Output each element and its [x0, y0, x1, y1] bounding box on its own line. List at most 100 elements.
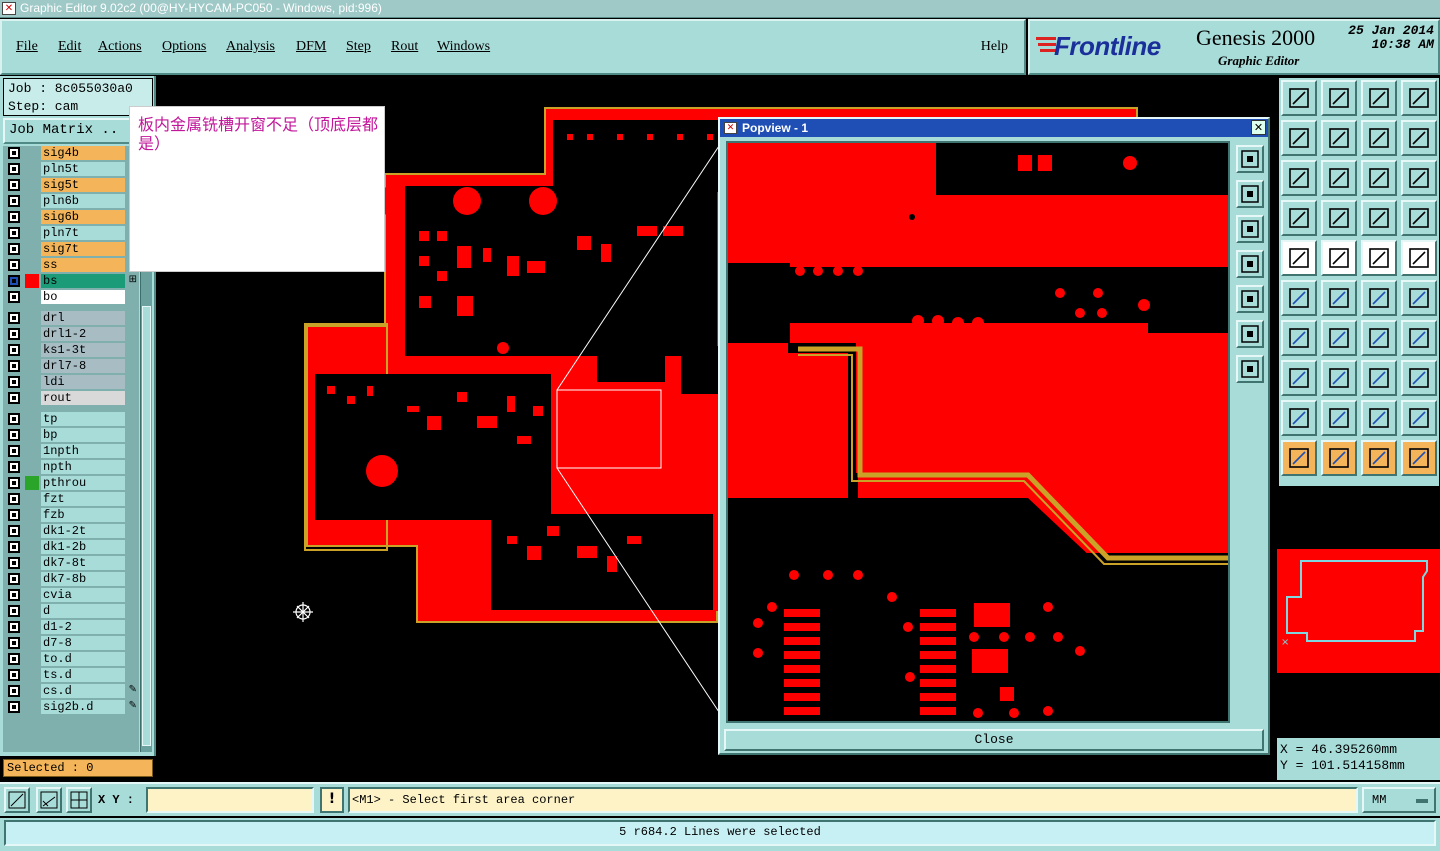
layer-checkbox[interactable] [8, 541, 20, 553]
zoom-down-icon[interactable] [1321, 80, 1357, 116]
layer-checkbox[interactable] [8, 376, 20, 388]
layer-checkbox[interactable] [8, 701, 20, 713]
layer-row[interactable]: sig6b✎ [3, 210, 139, 224]
layer-row[interactable]: ldi [3, 375, 139, 389]
zoom-out-icon[interactable] [1236, 215, 1264, 243]
center-icon[interactable] [1236, 355, 1264, 383]
slash-icon[interactable] [1321, 320, 1357, 356]
triangle-icon[interactable] [1281, 400, 1317, 436]
alert-icon[interactable]: ! [320, 787, 344, 813]
node-icon[interactable] [1281, 280, 1317, 316]
layer-checkbox[interactable] [8, 685, 20, 697]
layer-name[interactable]: ss [41, 258, 125, 272]
layer-name[interactable]: pln5t [41, 162, 125, 176]
layer-row[interactable]: dk1-2b [3, 540, 139, 554]
s-curve-icon[interactable] [1401, 120, 1437, 156]
layer-name[interactable]: dk1-2b [41, 540, 125, 554]
popview-close-icon[interactable]: ✕ [1251, 120, 1266, 135]
layer-row[interactable]: sig5t✎ [3, 178, 139, 192]
layer-name[interactable]: cs.d [41, 684, 125, 698]
layer-row[interactable]: d1-2 [3, 620, 139, 634]
scale-1-2-icon[interactable] [1361, 160, 1397, 196]
units-select[interactable]: MM [1362, 787, 1436, 813]
pan-right-icon[interactable] [1236, 285, 1264, 313]
layer-checkbox[interactable] [8, 525, 20, 537]
snap-center-icon[interactable] [1281, 240, 1317, 276]
layer-name[interactable]: tp [41, 412, 125, 426]
layer-checkbox[interactable] [8, 227, 20, 239]
xy-input[interactable] [146, 787, 314, 813]
layer-row[interactable]: drl1-2 [3, 327, 139, 341]
arrow-node-icon[interactable] [1401, 280, 1437, 316]
layer-row[interactable]: drl7-8 [3, 359, 139, 373]
layer-checkbox[interactable] [8, 328, 20, 340]
pad-icon[interactable] [1281, 360, 1317, 396]
layer-name[interactable]: bs [41, 274, 125, 288]
layer-checkbox[interactable] [8, 413, 20, 425]
layer-row[interactable]: bp [3, 428, 139, 442]
scroll-thumb[interactable] [142, 306, 151, 746]
layer-name[interactable]: bo [41, 290, 125, 304]
layer-row[interactable]: dk1-2t [3, 524, 139, 538]
layer-checkbox[interactable] [8, 211, 20, 223]
layer-row[interactable]: tp [3, 412, 139, 426]
layer-name[interactable]: rout [41, 391, 125, 405]
layer-name[interactable]: cvia [41, 588, 125, 602]
layer-name[interactable]: ks1-3t [41, 343, 125, 357]
layer-checkbox[interactable] [8, 392, 20, 404]
layer-name[interactable]: 1npth [41, 444, 125, 458]
layer-name[interactable]: to.d [41, 652, 125, 666]
layer-checkbox[interactable] [8, 557, 20, 569]
layer-checkbox[interactable] [8, 493, 20, 505]
layer-row[interactable]: rout [3, 391, 139, 405]
layer-checkbox[interactable] [8, 509, 20, 521]
layer-checkbox[interactable] [8, 669, 20, 681]
a-frame-icon[interactable] [1361, 400, 1397, 436]
layer-checkbox[interactable] [8, 653, 20, 665]
layer-name[interactable]: drl7-8 [41, 359, 125, 373]
layer-checkbox[interactable] [8, 259, 20, 271]
move-icon[interactable] [1321, 160, 1357, 196]
pointer-icon[interactable] [1281, 440, 1317, 476]
layer-name[interactable]: sig5t [41, 178, 125, 192]
layer-row[interactable]: 1npth [3, 444, 139, 458]
layer-row[interactable]: ss✎ [3, 258, 139, 272]
swap-icon[interactable] [1361, 120, 1397, 156]
a-cross-icon[interactable] [1401, 400, 1437, 436]
layer-row[interactable]: sig4b✎ [3, 146, 139, 160]
layer-name[interactable]: drl [41, 311, 125, 325]
layer-name[interactable]: npth [41, 460, 125, 474]
pan-icon[interactable] [1281, 160, 1317, 196]
window-split-icon[interactable] [1401, 80, 1437, 116]
layer-checkbox[interactable] [8, 312, 20, 324]
layer-name[interactable]: sig7t [41, 242, 125, 256]
layer-checkbox[interactable] [8, 477, 20, 489]
cluster-icon[interactable] [1401, 360, 1437, 396]
pointer-box-icon[interactable] [1321, 440, 1357, 476]
layer-row[interactable]: bs ⊞ [3, 274, 139, 288]
zoom-in-icon[interactable] [1236, 145, 1264, 173]
layer-name[interactable]: d7-8 [41, 636, 125, 650]
zoom-area-icon[interactable] [4, 787, 30, 813]
menu-actions[interactable]: Actions [98, 39, 142, 55]
cross-node-icon[interactable] [1321, 280, 1357, 316]
zoom-forward-icon[interactable] [1321, 120, 1357, 156]
layer-checkbox[interactable] [8, 179, 20, 191]
layer-checkbox[interactable] [8, 429, 20, 441]
layer-checkbox[interactable] [8, 275, 20, 287]
layer-row[interactable]: d7-8 [3, 636, 139, 650]
a-shape-icon[interactable] [1321, 400, 1357, 436]
house-icon[interactable] [1361, 80, 1397, 116]
layer-row[interactable]: d [3, 604, 139, 618]
layer-checkbox[interactable] [8, 621, 20, 633]
layer-row[interactable]: pln7t [3, 226, 139, 240]
layer-checkbox[interactable] [8, 605, 20, 617]
menu-options[interactable]: Options [162, 39, 206, 55]
measure-icon[interactable] [36, 787, 62, 813]
layer-checkbox[interactable] [8, 573, 20, 585]
menu-help[interactable]: Help [981, 39, 1008, 55]
layer-row[interactable]: bo [3, 290, 139, 304]
layer-row[interactable]: ks1-3t [3, 343, 139, 357]
layer-name[interactable]: dk1-2t [41, 524, 125, 538]
layer-name[interactable]: ts.d [41, 668, 125, 682]
